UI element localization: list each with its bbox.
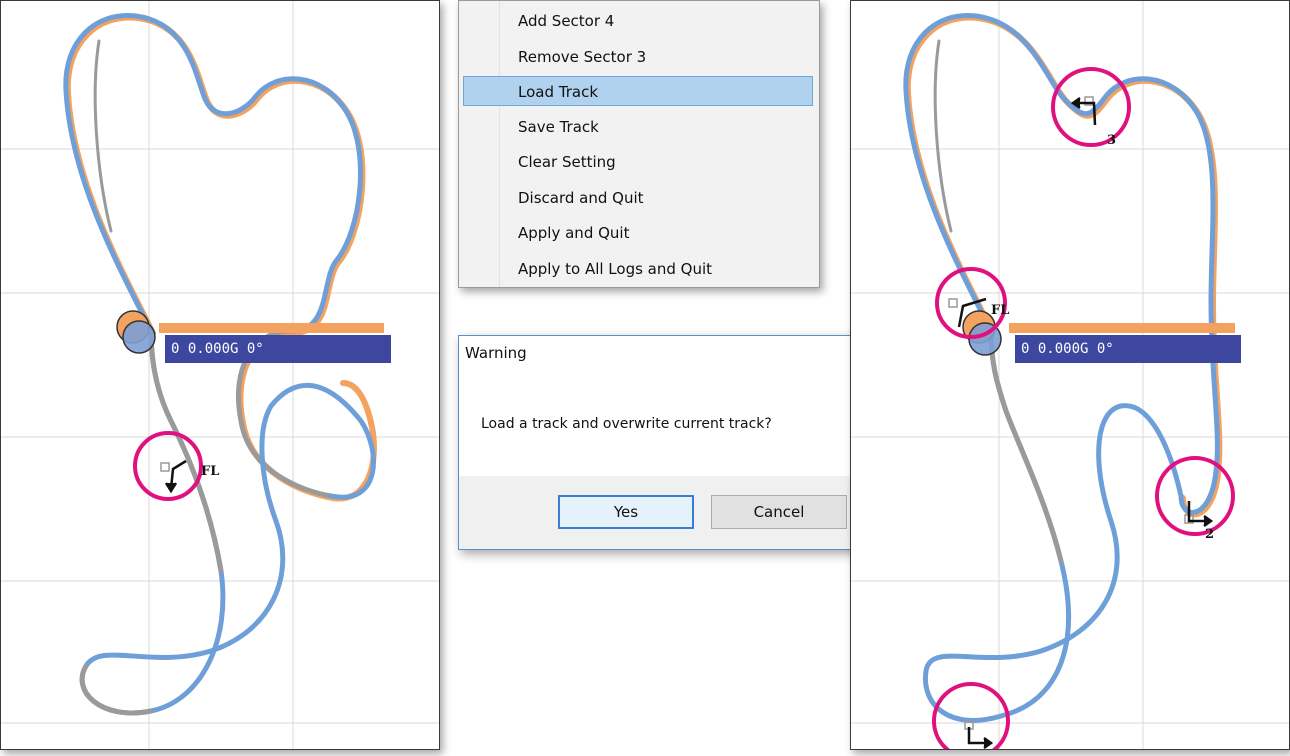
readout-bar: 0 0.000G 0° (165, 335, 391, 363)
dialog-title: Warning (465, 344, 527, 362)
menu-item-remove-sector-3[interactable]: Remove Sector 3 (463, 41, 813, 71)
fl-marker-label: FL (201, 464, 220, 479)
readout-orange-bar (159, 323, 384, 333)
track-outline (903, 12, 1223, 723)
menu-item-load-track[interactable]: Load Track (463, 76, 813, 106)
dialog-button-bar: Yes Cancel (459, 476, 883, 549)
fl-marker-arrow (160, 459, 187, 494)
menu-item-clear-setting[interactable]: Clear Setting (463, 146, 813, 176)
highlight-circle (1051, 67, 1131, 147)
warning-dialog: Warning ✕ Load a track and overwrite cur… (458, 335, 884, 550)
right-track-map[interactable] (851, 1, 1289, 749)
readout-bar: 0 0.000G 0° (1015, 335, 1241, 363)
menu-item-discard-and-quit[interactable]: Discard and Quit (463, 182, 813, 212)
left-track-panel[interactable]: 0 0.000G 0° FL (0, 0, 440, 750)
readout-orange-bar (1009, 323, 1235, 333)
track-outline (63, 12, 377, 716)
menu-item-save-track[interactable]: Save Track (463, 111, 813, 141)
sector-2-label: 2 (1205, 527, 1215, 542)
start-finish-marker (964, 720, 994, 749)
right-track-panel[interactable]: 0 0.000G 0° FL 3 2 (850, 0, 1290, 750)
dialog-message: Load a track and overwrite current track… (481, 416, 772, 432)
fl-marker-label: FL (991, 303, 1010, 318)
left-track-map[interactable] (1, 1, 439, 749)
menu-item-add-sector-4[interactable]: Add Sector 4 (463, 5, 813, 35)
menu-item-apply-and-quit[interactable]: Apply and Quit (463, 217, 813, 247)
context-menu: Add Sector 4 Remove Sector 3 Load Track … (458, 0, 820, 288)
cancel-button[interactable]: Cancel (711, 495, 847, 529)
sector-3-label: 3 (1107, 133, 1117, 148)
menu-item-apply-to-all-logs-and-quit[interactable]: Apply to All Logs and Quit (463, 253, 813, 283)
yes-button[interactable]: Yes (558, 495, 694, 529)
highlight-circle (1155, 456, 1235, 536)
